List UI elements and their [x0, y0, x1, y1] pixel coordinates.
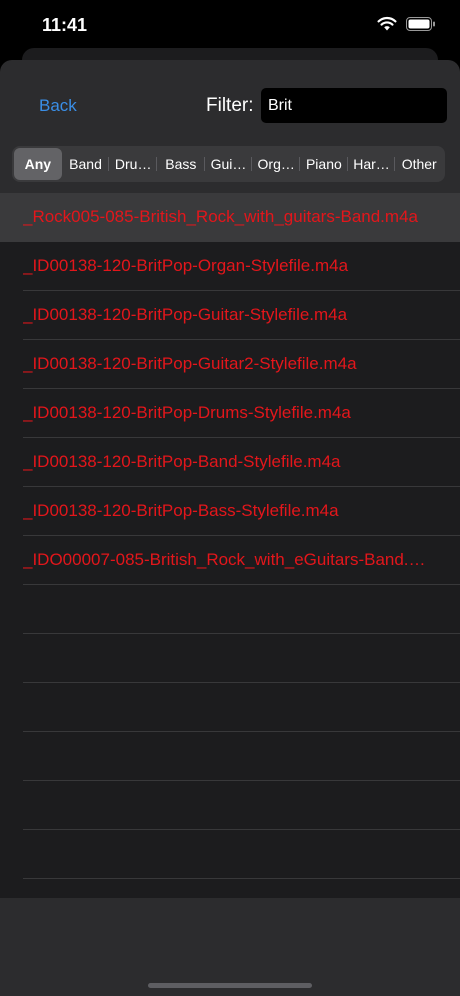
filter-label: Filter: [206, 95, 254, 116]
file-name: _IDO00007-085-British_Rock_with_eGuitars… [23, 550, 439, 569]
status-time: 11:41 [42, 15, 88, 35]
file-name: _Rock005-085-British_Rock_with_guitars-B… [23, 207, 418, 226]
file-name: _ID00138-120-BritPop-Guitar-Stylefile.m4… [23, 305, 348, 324]
empty-row [0, 683, 460, 732]
segment-label: Har… [353, 156, 390, 172]
segment-label: Gui… [210, 156, 247, 172]
file-row[interactable]: _ID00138-120-BritPop-Band-Stylefile.m4a [0, 438, 460, 487]
segment-label: Any [24, 156, 52, 172]
wifi-icon [377, 16, 397, 31]
file-row[interactable]: _ID00138-120-BritPop-Drums-Stylefile.m4a [0, 389, 460, 438]
file-name: _ID00138-120-BritPop-Drums-Stylefile.m4a [23, 403, 351, 422]
file-row[interactable]: _ID00138-120-BritPop-Bass-Stylefile.m4a [0, 487, 460, 536]
empty-row [0, 634, 460, 683]
file-list: _Rock005-085-British_Rock_with_guitars-B… [0, 193, 460, 898]
empty-row [0, 585, 460, 634]
segment-4[interactable]: Gui… [205, 148, 253, 180]
segment-0[interactable]: Any [14, 148, 62, 180]
segment-label: Other [401, 156, 437, 172]
segment-label: Bass [165, 156, 197, 172]
row-divider [23, 878, 460, 879]
category-segmented-control: Any Band Dru… Bass Gui… Org… Piano Har… Other [12, 146, 445, 182]
segment-7[interactable]: Har… [348, 148, 396, 180]
segment-2[interactable]: Dru… [109, 148, 158, 180]
battery-icon [406, 16, 435, 31]
file-row[interactable]: _ID00138-120-BritPop-Guitar2-Stylefile.m… [0, 340, 460, 389]
file-row[interactable]: _Rock005-085-British_Rock_with_guitars-B… [0, 193, 460, 242]
file-row[interactable]: _ID00138-120-BritPop-Guitar-Stylefile.m4… [0, 291, 460, 340]
segment-label: Org… [257, 156, 295, 172]
empty-row [0, 781, 460, 830]
file-row[interactable]: _ID00138-120-BritPop-Organ-Stylefile.m4a [0, 242, 460, 291]
back-button[interactable]: Back [39, 96, 77, 116]
segment-1[interactable]: Band [62, 148, 110, 180]
file-row[interactable]: _IDO00007-085-British_Rock_with_eGuitars… [0, 536, 460, 585]
empty-row [0, 732, 460, 781]
file-name: _ID00138-120-BritPop-Guitar2-Stylefile.m… [23, 354, 357, 373]
status-bar: 11:41 [0, 0, 460, 50]
segment-5[interactable]: Org… [252, 148, 301, 180]
filter-input[interactable] [261, 88, 447, 123]
file-name: _ID00138-120-BritPop-Band-Stylefile.m4a [23, 452, 341, 471]
bottom-bar [0, 898, 460, 936]
segment-label: Dru… [114, 156, 152, 172]
file-name: _ID00138-120-BritPop-Organ-Stylefile.m4a [23, 256, 349, 275]
status-icons [377, 16, 436, 31]
empty-row [0, 830, 460, 879]
home-indicator [148, 983, 312, 988]
segment-8[interactable]: Other [395, 148, 443, 180]
segment-3[interactable]: Bass [157, 148, 205, 180]
segment-label: Piano [305, 156, 342, 172]
segment-label: Band [69, 156, 102, 172]
file-name: _ID00138-120-BritPop-Bass-Stylefile.m4a [23, 501, 339, 520]
segment-6[interactable]: Piano [300, 148, 348, 180]
